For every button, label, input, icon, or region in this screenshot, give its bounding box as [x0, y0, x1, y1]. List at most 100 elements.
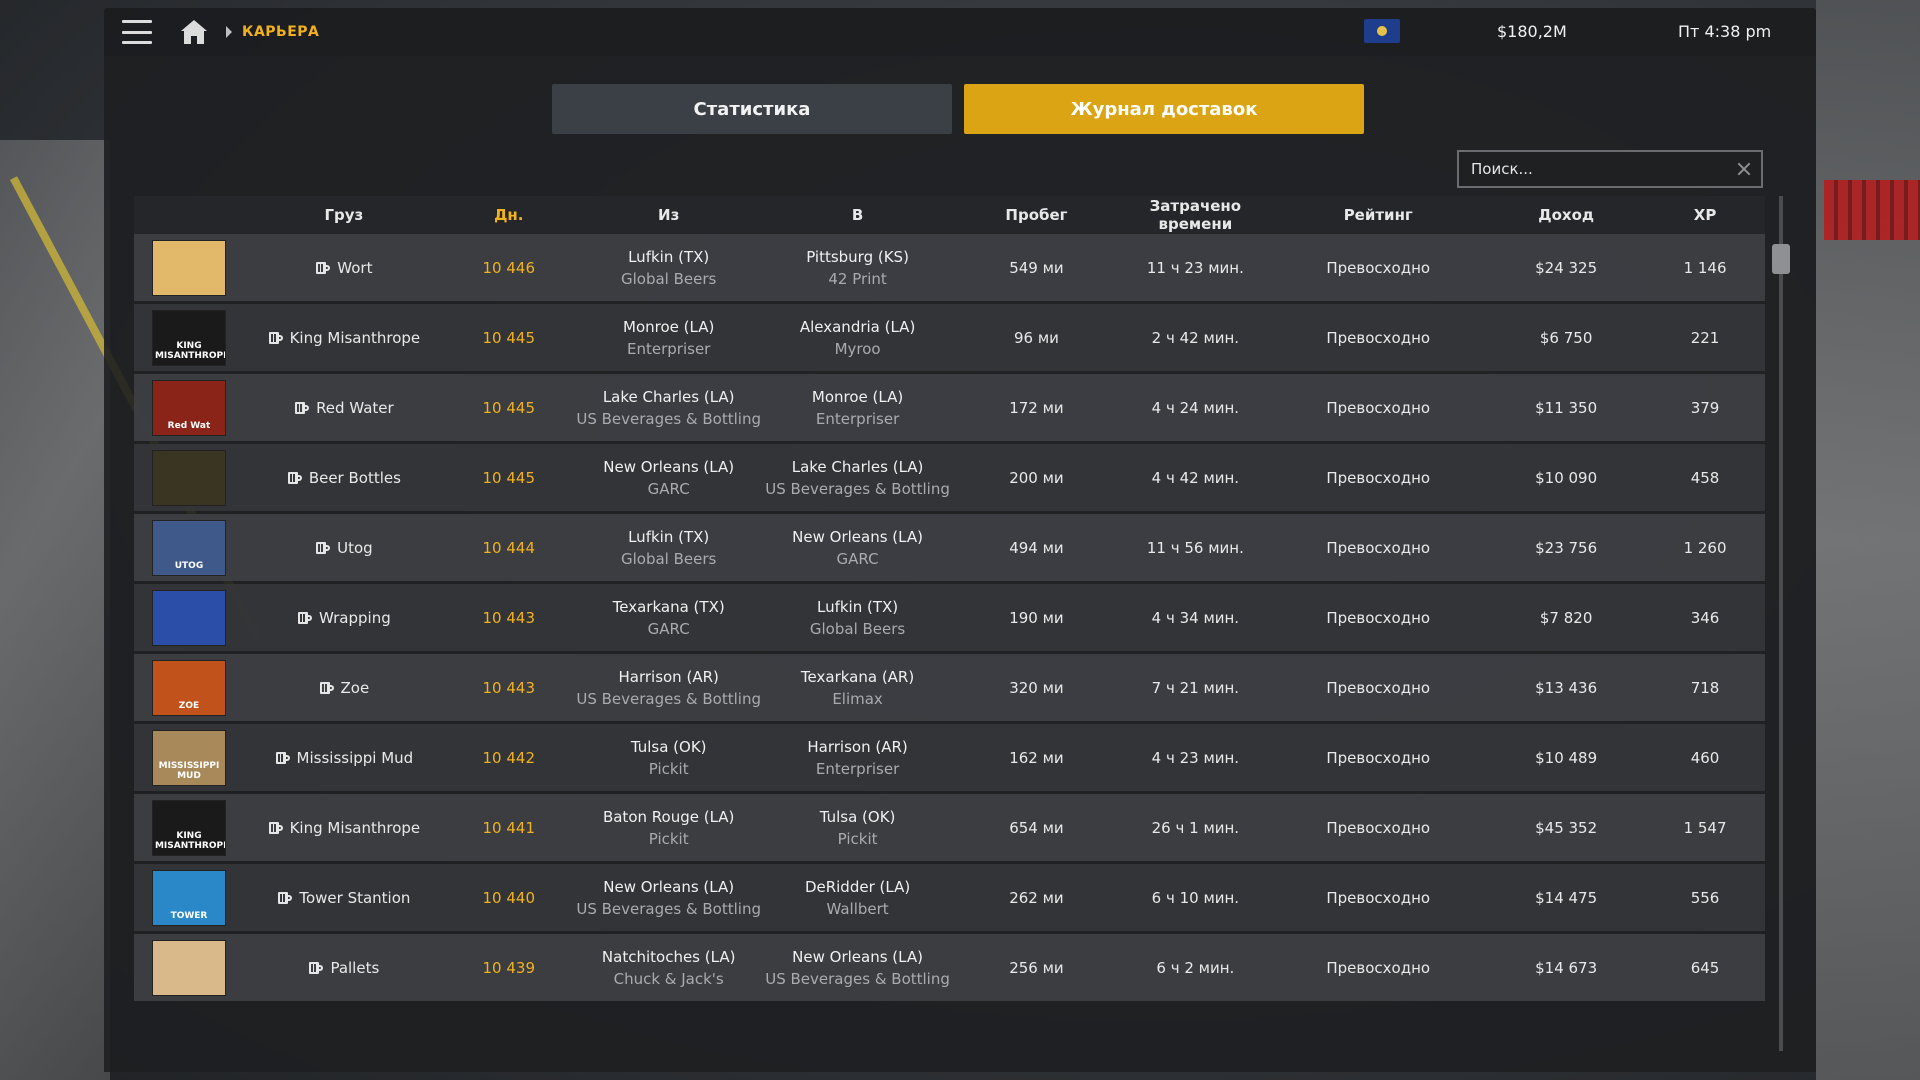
table-row[interactable]: KING MISANTHROPE King Misanthrope 10 445…	[134, 304, 1765, 371]
header-from[interactable]: Из	[574, 206, 764, 224]
background-red-crate	[1824, 180, 1920, 240]
xp-cell: 1 547	[1683, 818, 1727, 837]
home-icon[interactable]	[180, 19, 208, 45]
breadcrumb-chevron-icon	[226, 26, 232, 38]
table-row[interactable]: TOWER Tower Stantion 10 440 New Orleans …	[134, 864, 1765, 931]
xp-cell: 346	[1690, 608, 1720, 627]
cargo-name: Beer Bottles	[308, 468, 401, 487]
time-cell: 4 ч 34 мин.	[1151, 608, 1240, 627]
time-cell: 11 ч 56 мин.	[1146, 538, 1244, 557]
time-cell: 6 ч 10 мин.	[1151, 888, 1240, 907]
distance-cell: 549 ми	[1009, 258, 1064, 277]
cargo-thumbnail	[151, 939, 226, 996]
header-cargo[interactable]: Груз	[244, 206, 444, 224]
income-cell: $14 673	[1535, 958, 1598, 977]
from-cell: Lufkin (TX) Global Beers	[574, 248, 764, 288]
cargo-name: Pallets	[330, 958, 380, 977]
rating-cell: Превосходно	[1326, 258, 1431, 277]
header-income[interactable]: Доход	[1487, 206, 1645, 224]
table-header: Груз Дн. Из В Пробег Затрачено времени Р…	[134, 196, 1765, 234]
cargo-cell: Beer Bottles	[244, 469, 444, 487]
xp-cell: 460	[1690, 748, 1720, 767]
scrollbar-thumb[interactable]	[1772, 244, 1790, 274]
search-input[interactable]	[1469, 159, 1737, 179]
to-city: DeRidder (LA)	[804, 877, 911, 896]
cargo-cell: Zoe	[244, 679, 444, 697]
day-cell: 10 439	[482, 958, 536, 977]
day-cell: 10 445	[482, 328, 536, 347]
table-row[interactable]: Wrapping 10 443 Texarkana (TX) GARC Lufk…	[134, 584, 1765, 651]
day-cell: 10 443	[482, 608, 536, 627]
table-row[interactable]: KING MISANTHROPE King Misanthrope 10 441…	[134, 794, 1765, 861]
from-cell: Monroe (LA) Enterpriser	[574, 318, 764, 358]
to-company: 42 Print	[828, 269, 887, 288]
beer-mug-icon	[297, 610, 313, 626]
header-xp[interactable]: XP	[1645, 206, 1765, 224]
cargo-name: King Misanthrope	[289, 328, 421, 347]
header-day[interactable]: Дн.	[444, 206, 574, 224]
xp-cell: 379	[1690, 398, 1720, 417]
to-company: Pickit	[837, 829, 878, 848]
game-clock: Пт 4:38 pm	[1678, 22, 1772, 41]
scrollbar-track[interactable]	[1779, 196, 1783, 1051]
to-city: Lufkin (TX)	[816, 597, 899, 616]
cargo-name: Tower Stantion	[299, 888, 411, 907]
cargo-thumbnail	[151, 589, 226, 646]
table-row[interactable]: UTOG Utog 10 444 Lufkin (TX) Global Beer…	[134, 514, 1765, 581]
time-cell: 4 ч 23 мин.	[1151, 748, 1240, 767]
table-row[interactable]: Red Wat Red Water 10 445 Lake Charles (L…	[134, 374, 1765, 441]
to-company: Elimax	[832, 689, 883, 708]
table-row[interactable]: Wort 10 446 Lufkin (TX) Global Beers Pit…	[134, 234, 1765, 301]
beer-mug-icon	[308, 960, 324, 976]
day-cell: 10 441	[482, 818, 536, 837]
clear-search-icon[interactable]	[1737, 162, 1751, 176]
to-city: Harrison (AR)	[807, 737, 908, 756]
cargo-thumbnail	[151, 239, 226, 296]
table-row[interactable]: Pallets 10 439 Natchitoches (LA) Chuck &…	[134, 934, 1765, 1001]
tab-statistics[interactable]: Статистика	[552, 84, 952, 134]
beer-mug-icon	[268, 820, 284, 836]
background-garage-right	[1816, 0, 1920, 1080]
hamburger-icon[interactable]	[122, 20, 152, 44]
distance-cell: 190 ми	[1009, 608, 1064, 627]
cargo-thumbnail-label: Red Wat	[167, 420, 211, 431]
from-company: Enterpriser	[627, 339, 711, 358]
to-city: Texarkana (AR)	[800, 667, 915, 686]
income-cell: $23 756	[1535, 538, 1598, 557]
from-cell: New Orleans (LA) US Beverages & Bottling	[574, 878, 764, 918]
xp-cell: 556	[1690, 888, 1720, 907]
cargo-name: Wort	[337, 258, 373, 277]
cargo-thumbnail-cell: UTOG	[134, 519, 244, 576]
header-rating[interactable]: Рейтинг	[1269, 206, 1487, 224]
xp-cell: 458	[1690, 468, 1720, 487]
table-row[interactable]: Beer Bottles 10 445 New Orleans (LA) GAR…	[134, 444, 1765, 511]
to-company: Enterpriser	[815, 759, 900, 778]
search-box	[1457, 150, 1763, 188]
breadcrumb[interactable]: КАРЬЕРА	[242, 24, 319, 40]
cargo-thumbnail-cell: TOWER	[134, 869, 244, 926]
xp-cell: 1 260	[1683, 538, 1727, 557]
header-distance[interactable]: Пробег	[952, 206, 1122, 224]
cargo-cell: Utog	[244, 539, 444, 557]
xp-cell: 645	[1690, 958, 1720, 977]
to-city: Monroe (LA)	[811, 387, 904, 406]
header-to[interactable]: В	[764, 206, 952, 224]
to-city: Lake Charles (LA)	[791, 457, 924, 476]
table-row[interactable]: ZOE Zoe 10 443 Harrison (AR) US Beverage…	[134, 654, 1765, 721]
cargo-thumbnail-cell	[134, 589, 244, 646]
top-bar: КАРЬЕРА $180,2M Пт 4:38 pm	[104, 8, 1816, 56]
cargo-name: Zoe	[340, 678, 370, 697]
money-balance: $180,2M	[1497, 22, 1567, 41]
to-city: New Orleans (LA)	[792, 527, 923, 546]
tab-delivery-log[interactable]: Журнал доставок	[964, 84, 1364, 134]
cargo-thumbnail-cell	[134, 239, 244, 296]
beer-mug-icon	[268, 330, 284, 346]
from-company: US Beverages & Bottling	[576, 409, 761, 428]
header-time[interactable]: Затрачено времени	[1121, 197, 1269, 233]
from-company: GARC	[647, 479, 690, 498]
cargo-thumbnail	[151, 449, 226, 506]
rating-cell: Превосходно	[1326, 398, 1431, 417]
table-row[interactable]: MISSISSIPPI MUD Mississippi Mud 10 442 T…	[134, 724, 1765, 791]
cargo-thumbnail: ZOE	[151, 659, 226, 716]
from-city: Texarkana (TX)	[612, 597, 725, 616]
